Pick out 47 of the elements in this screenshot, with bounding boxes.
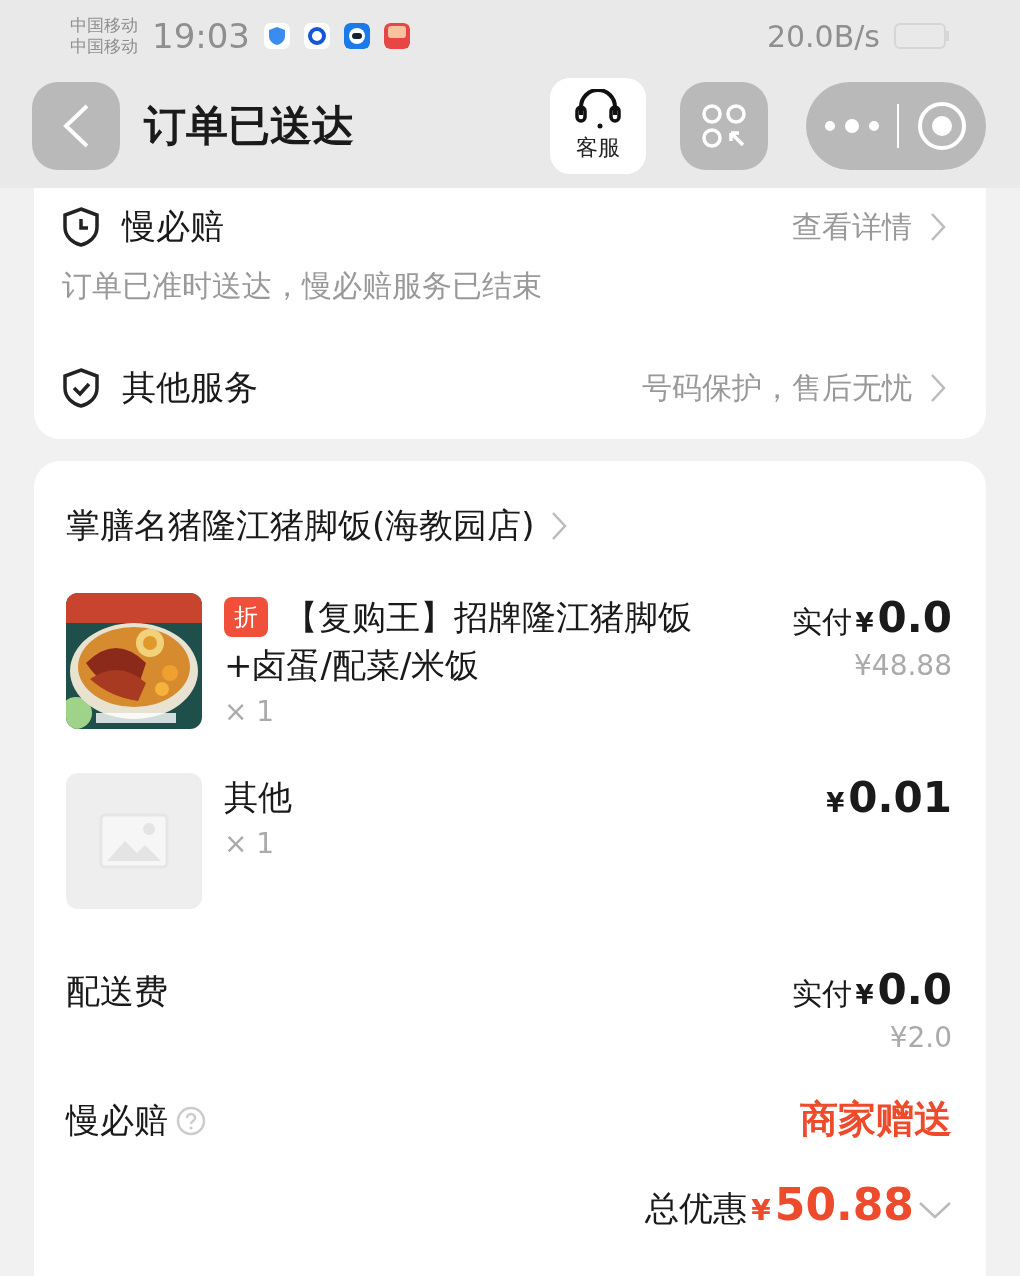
- fee-label: 配送费: [66, 970, 168, 1013]
- currency-sign: ¥: [751, 1194, 771, 1227]
- chevron-icon: [550, 511, 567, 541]
- robot-app-icon: [344, 23, 370, 49]
- service-title: 其他服务: [122, 366, 258, 409]
- chevron-icon: [930, 212, 946, 242]
- scan-icon: [701, 103, 747, 149]
- back-icon: [61, 103, 91, 149]
- service-note: 订单已准时送达，慢必赔服务已结束: [62, 267, 543, 305]
- headset-icon: [573, 89, 623, 129]
- item-name: 其他: [224, 776, 293, 819]
- item-price: 0.0: [877, 593, 952, 642]
- original-price: ¥48.88: [854, 649, 952, 682]
- carrier-label: 中国移动: [70, 15, 138, 36]
- delivery-price: 0.0: [877, 965, 952, 1014]
- total-discount: 50.88: [774, 1179, 914, 1230]
- item-quantity: × 1: [224, 827, 276, 860]
- total-label: 总优惠: [645, 1187, 748, 1230]
- shield-check-icon: [62, 368, 100, 408]
- ring-app-icon: [304, 23, 330, 49]
- shield-app-icon: [264, 23, 290, 49]
- back-button[interactable]: [32, 82, 120, 170]
- expand-icon[interactable]: [918, 1200, 952, 1220]
- chevron-icon: [930, 373, 946, 403]
- currency-sign: ¥: [855, 980, 874, 1010]
- network-speed: 20.0B/s: [766, 18, 880, 54]
- shop-name[interactable]: 掌膳名猪隆江猪脚饭(海教园店): [66, 503, 535, 549]
- currency-sign: ¥: [826, 788, 845, 818]
- price-label: 实付: [791, 975, 852, 1013]
- carrier-label: 中国移动: [70, 36, 138, 57]
- item-quantity: × 1: [224, 695, 276, 728]
- currency-sign: ¥: [855, 608, 874, 638]
- customer-service-button[interactable]: 客服: [550, 78, 646, 174]
- help-icon[interactable]: [176, 1106, 206, 1136]
- more-icon[interactable]: [824, 119, 881, 133]
- item-price: 0.01: [848, 773, 952, 822]
- original-price: ¥2.0: [889, 1021, 952, 1054]
- scan-button[interactable]: [680, 82, 768, 170]
- discount-tag: 折: [224, 597, 268, 637]
- guarantee-label: 慢必赔: [66, 1099, 168, 1142]
- guarantee-value: 商家赠送: [800, 1096, 952, 1143]
- clock-time: 19:03: [152, 16, 250, 56]
- item-name: 折 【复购王】招牌隆江猪脚饭+卤蛋/配菜/米饭: [224, 596, 693, 687]
- price-label: 实付: [791, 603, 852, 641]
- page-title: 订单已送达: [144, 100, 354, 152]
- clock-shield-icon: [62, 207, 100, 247]
- service-title: 慢必赔: [122, 205, 224, 248]
